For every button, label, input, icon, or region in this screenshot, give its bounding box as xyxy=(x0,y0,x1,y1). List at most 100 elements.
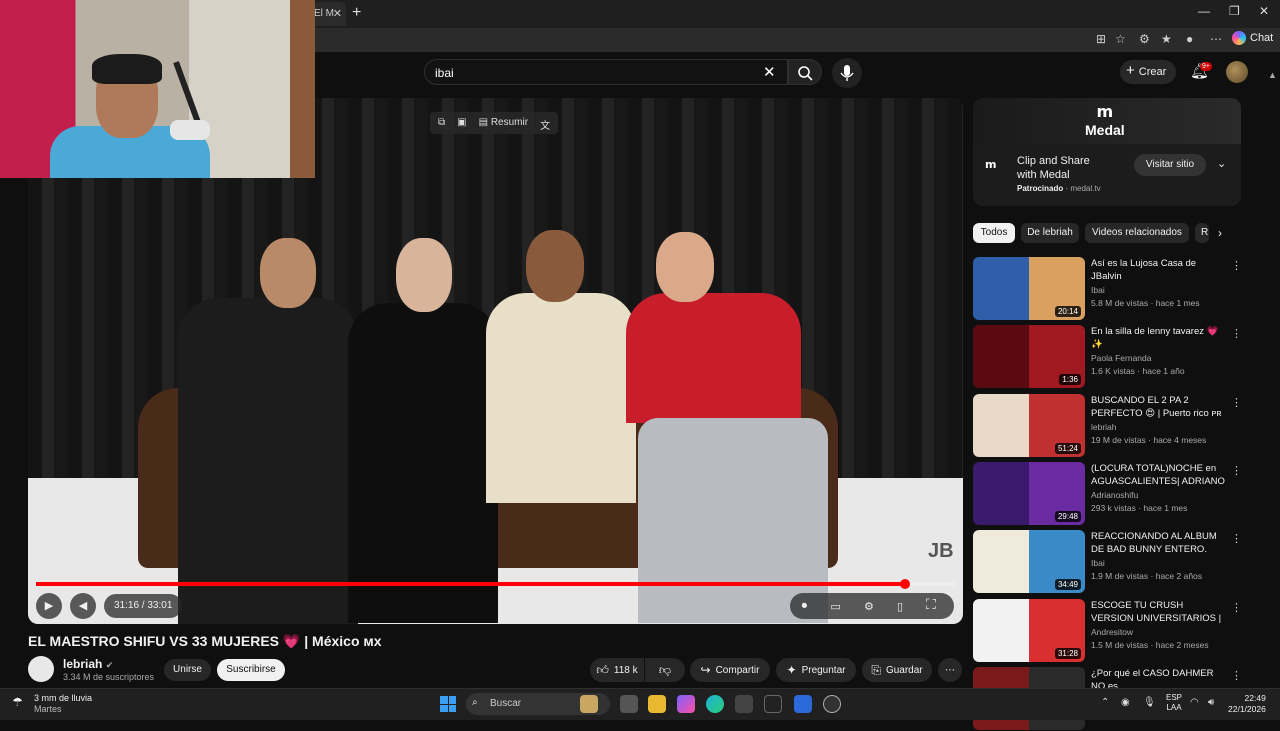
recommendation-item[interactable]: 31:28 ESCOGE TU CRUSH VERSION UNIVERSITAR… xyxy=(973,599,1242,663)
fullscreen-icon[interactable]: ⛶ xyxy=(926,596,936,613)
share-button[interactable]: ↪ Compartir xyxy=(690,658,770,682)
recommendation-title[interactable]: Así es la Lujosa Casa de JBalvin xyxy=(1091,257,1226,283)
ad-card[interactable]: ⅿ Medal ⅿ Clip and Share with Medal Patro… xyxy=(973,98,1241,206)
scrollbar-up-icon[interactable]: ▲ xyxy=(1268,70,1277,80)
obs-icon[interactable] xyxy=(823,695,841,713)
recommendation-channel[interactable]: Ibai xyxy=(1091,558,1105,568)
translate-icon[interactable]: 文 xyxy=(540,117,550,132)
recommendation-title[interactable]: En la silla de lenny tavarez 💗✨ xyxy=(1091,325,1226,351)
extensions-icon[interactable]: ⚙ xyxy=(1139,32,1150,46)
more-vertical-icon[interactable]: ⋮ xyxy=(1231,396,1242,409)
more-actions-button[interactable]: ⋯ xyxy=(938,658,962,682)
task-view-icon[interactable] xyxy=(620,695,638,713)
recommendation-channel[interactable]: Adrianoshifu xyxy=(1091,490,1138,500)
summarize-button[interactable]: ▤ Resumir xyxy=(479,117,528,129)
theater-mode-icon[interactable]: ▯ xyxy=(897,600,903,613)
volume-button[interactable]: ◀ xyxy=(70,593,96,619)
file-explorer-icon[interactable] xyxy=(648,695,666,713)
tray-chevron-up-icon[interactable]: ⌃ xyxy=(1101,697,1109,708)
video-thumbnail[interactable]: 51:24 xyxy=(973,394,1085,457)
visit-site-button[interactable]: Visitar sitio xyxy=(1134,154,1206,176)
like-button[interactable]: 👍︎ 118 k xyxy=(590,658,644,682)
more-vertical-icon[interactable]: ⋮ xyxy=(1231,669,1242,682)
more-vertical-icon[interactable]: ⋮ xyxy=(1231,601,1242,614)
settings-gear-icon[interactable]: ⚙ xyxy=(864,600,874,613)
recommendation-item[interactable]: 20:14 Así es la Lujosa Casa de JBalvin Iba… xyxy=(973,257,1242,321)
more-menu-icon[interactable]: ⋯ xyxy=(1210,32,1222,46)
recommendation-title[interactable]: BUSCANDO EL 2 PA 2 PERFECTO 😍 | Puerto r… xyxy=(1091,394,1226,420)
recommendation-channel[interactable]: lebriah xyxy=(1091,422,1117,432)
video-thumbnail[interactable]: 31:28 xyxy=(973,599,1085,662)
tray-mic-icon[interactable]: 🎙︎ xyxy=(1143,697,1156,708)
channel-name[interactable]: lebriah ✔ xyxy=(63,657,113,671)
more-vertical-icon[interactable]: ⋮ xyxy=(1231,259,1242,272)
video-thumbnail[interactable]: 20:14 xyxy=(973,257,1085,320)
ad-title[interactable]: Clip and Share with Medal xyxy=(1017,154,1109,182)
pip-icon[interactable]: ⧉ xyxy=(438,117,445,129)
play-button[interactable]: ▶ xyxy=(36,593,62,619)
copilot-app-icon[interactable] xyxy=(677,695,695,713)
browser-tab[interactable]: El M ✕ xyxy=(312,2,346,26)
recommendation-channel[interactable]: Paola Fernanda xyxy=(1091,353,1152,363)
search-button[interactable] xyxy=(788,59,822,85)
restore-icon[interactable]: ❐ xyxy=(1229,4,1240,18)
chevron-down-icon[interactable]: ⌄ xyxy=(1217,157,1226,170)
subtitles-icon[interactable]: ▭ xyxy=(830,600,840,613)
chip-from-channel[interactable]: De lebriah xyxy=(1021,223,1079,243)
join-button[interactable]: Unirse xyxy=(164,659,211,681)
recommendation-channel[interactable]: Ibai xyxy=(1091,285,1105,295)
clear-search-icon[interactable]: ✕ xyxy=(763,63,776,81)
more-vertical-icon[interactable]: ⋮ xyxy=(1231,327,1242,340)
weather-widget[interactable]: 3 mm de lluvia Martes xyxy=(34,693,92,715)
recommendation-item[interactable]: 51:24 BUSCANDO EL 2 PA 2 PERFECTO 😍 | Pue… xyxy=(973,394,1242,458)
system-clock[interactable]: 22:49 22/1/2026 xyxy=(1228,693,1266,715)
recommendation-title[interactable]: ESCOGE TU CRUSH VERSION UNIVERSITARIOS |… xyxy=(1091,599,1226,626)
voice-search-button[interactable] xyxy=(832,58,862,88)
more-vertical-icon[interactable]: ⋮ xyxy=(1231,464,1242,477)
wifi-icon[interactable]: ◠ xyxy=(1190,697,1199,708)
recommendation-channel[interactable]: Andresitow xyxy=(1091,627,1133,637)
chevron-right-icon[interactable]: › xyxy=(1218,226,1222,240)
call-of-duty-icon[interactable] xyxy=(764,695,782,713)
create-button[interactable]: + Crear xyxy=(1120,60,1176,84)
recommendation-title[interactable]: (LOCURA TOTAL)NOCHE en AGUASCALIENTES| A… xyxy=(1091,462,1226,489)
language-indicator[interactable]: ESP LAA xyxy=(1166,693,1182,713)
recommendation-item[interactable]: 1:36 En la silla de lenny tavarez 💗✨ Paola… xyxy=(973,325,1242,389)
speaker-icon[interactable]: 🔊︎ xyxy=(1208,697,1214,708)
more-vertical-icon[interactable]: ⋮ xyxy=(1231,532,1242,545)
medal-logo-icon: ⅿ xyxy=(1096,104,1114,121)
account-avatar[interactable] xyxy=(1226,61,1248,83)
autoplay-toggle-icon[interactable]: ⏺ xyxy=(802,600,808,613)
cast-icon[interactable]: ▣ xyxy=(457,117,466,129)
subscribe-button[interactable]: Suscribirse xyxy=(217,659,285,681)
recommendation-item[interactable]: 29:48 (LOCURA TOTAL)NOCHE en AGUASCALIENT… xyxy=(973,462,1242,526)
search-input[interactable]: ibai xyxy=(424,59,788,85)
tray-app-icon[interactable]: ◉ xyxy=(1121,697,1130,708)
store-icon[interactable] xyxy=(735,695,753,713)
search-highlight-icon[interactable] xyxy=(580,695,598,713)
dislike-button[interactable]: 👎︎ xyxy=(645,658,685,682)
profile-icon[interactable]: ● xyxy=(1186,32,1193,46)
split-screen-icon[interactable]: ⊞ xyxy=(1096,32,1106,46)
minimize-icon[interactable]: — xyxy=(1198,4,1210,18)
edge-browser-icon[interactable] xyxy=(706,695,724,713)
channel-avatar[interactable] xyxy=(28,656,54,682)
favorite-star-icon[interactable]: ☆ xyxy=(1115,32,1126,46)
ask-button[interactable]: ✦ Preguntar xyxy=(776,658,856,682)
chip-related[interactable]: Videos relacionados xyxy=(1085,223,1189,243)
favorites-icon[interactable]: ★ xyxy=(1161,32,1172,46)
recommendation-title[interactable]: REACCIONANDO AL ALBUM DE BAD BUNNY ENTER… xyxy=(1091,530,1226,556)
video-thumbnail[interactable]: 29:48 xyxy=(973,462,1085,525)
security-shield-icon[interactable] xyxy=(794,695,812,713)
save-button[interactable]: ⎘ Guardar xyxy=(862,658,932,682)
video-thumbnail[interactable]: 1:36 xyxy=(973,325,1085,388)
close-window-icon[interactable]: ✕ xyxy=(1259,4,1269,18)
chip-more[interactable]: R xyxy=(1195,223,1209,243)
recommendation-item[interactable]: 34:49 REACCIONANDO AL ALBUM DE BAD BUNNY … xyxy=(973,530,1242,594)
copilot-chat-button[interactable]: Chat xyxy=(1232,31,1273,45)
windows-start-icon[interactable] xyxy=(440,696,456,712)
video-thumbnail[interactable]: 34:49 xyxy=(973,530,1085,593)
chip-all[interactable]: Todos xyxy=(973,223,1015,243)
close-tab-icon[interactable]: ✕ xyxy=(333,7,342,20)
new-tab-icon[interactable]: + xyxy=(352,4,361,22)
